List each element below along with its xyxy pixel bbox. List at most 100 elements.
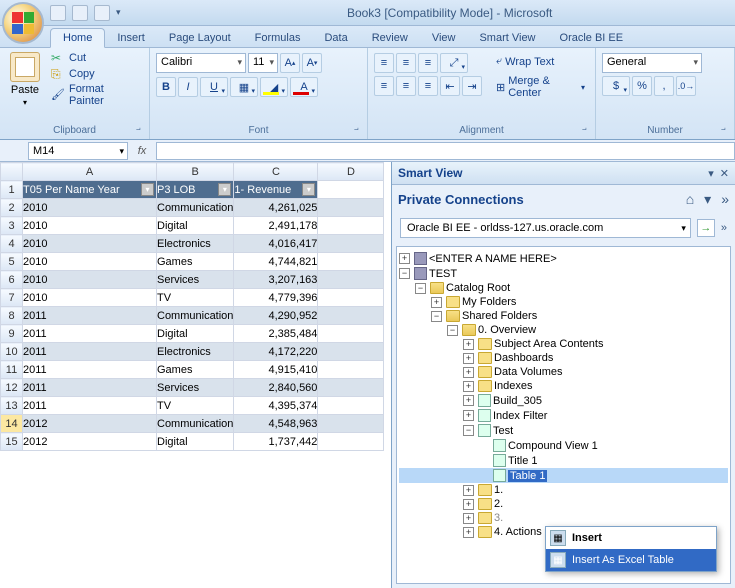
row-header[interactable]: 4 xyxy=(1,235,23,253)
chevron-down-icon[interactable]: ▾ xyxy=(704,191,711,208)
indent-increase-button[interactable]: ⇥ xyxy=(462,76,482,96)
filter-dropdown-icon[interactable]: ▾ xyxy=(141,183,154,196)
cell[interactable]: Communication xyxy=(157,199,234,217)
row-header[interactable]: 3 xyxy=(1,217,23,235)
col-header-c[interactable]: C xyxy=(234,163,318,181)
tab-review[interactable]: Review xyxy=(360,29,420,47)
cell[interactable]: 2012 xyxy=(23,415,157,433)
pane-close-icon[interactable]: ✕ xyxy=(720,167,729,180)
tab-view[interactable]: View xyxy=(420,29,468,47)
cell[interactable] xyxy=(318,307,384,325)
context-menu-insert[interactable]: ▦Insert xyxy=(546,527,716,549)
tree-node-selected[interactable]: Table 1 xyxy=(508,470,547,482)
cell[interactable]: 1,737,442 xyxy=(234,433,318,451)
tree-node[interactable]: Test xyxy=(493,425,513,437)
expand-icon[interactable]: + xyxy=(463,527,474,538)
cell[interactable] xyxy=(318,181,384,199)
grow-font-button[interactable]: A▴ xyxy=(280,53,300,73)
qat-undo-icon[interactable] xyxy=(72,5,88,21)
cell[interactable]: Digital xyxy=(157,433,234,451)
qat-dropdown-icon[interactable]: ▾ xyxy=(116,7,121,18)
col-header-d[interactable]: D xyxy=(318,163,384,181)
cell[interactable]: Communication xyxy=(157,307,234,325)
cell[interactable]: Games xyxy=(157,361,234,379)
tree-node[interactable]: Catalog Root xyxy=(446,282,510,294)
underline-button[interactable]: U xyxy=(200,77,228,97)
home-icon[interactable]: ⌂ xyxy=(686,191,694,208)
go-button[interactable]: → xyxy=(697,219,715,237)
cell[interactable]: 2011 xyxy=(23,397,157,415)
cell[interactable] xyxy=(318,343,384,361)
shrink-font-button[interactable]: A▾ xyxy=(302,53,322,73)
filter-dropdown-icon[interactable]: ▾ xyxy=(218,183,231,196)
align-bottom-button[interactable]: ≡ xyxy=(418,53,438,73)
cell[interactable] xyxy=(318,199,384,217)
tab-insert[interactable]: Insert xyxy=(105,29,157,47)
cell[interactable]: 4,915,410 xyxy=(234,361,318,379)
percent-button[interactable]: % xyxy=(632,76,652,96)
cell[interactable]: 2011 xyxy=(23,343,157,361)
cell[interactable]: 2,840,560 xyxy=(234,379,318,397)
cell[interactable]: Electronics xyxy=(157,235,234,253)
orientation-button[interactable]: ⤢ xyxy=(440,53,468,73)
cell[interactable]: Electronics xyxy=(157,343,234,361)
cell[interactable]: Digital xyxy=(157,325,234,343)
select-all-corner[interactable] xyxy=(1,163,23,181)
italic-button[interactable]: I xyxy=(178,77,198,97)
expand-icon[interactable]: + xyxy=(463,513,474,524)
row-header[interactable]: 6 xyxy=(1,271,23,289)
cell[interactable]: 2010 xyxy=(23,235,157,253)
expand-icon[interactable]: + xyxy=(463,367,474,378)
tree-node[interactable]: Index Filter xyxy=(493,410,547,422)
worksheet[interactable]: A B C D 1 T05 Per Name Year▾ P3 LOB▾ 1- … xyxy=(0,162,391,588)
collapse-icon[interactable]: − xyxy=(415,283,426,294)
align-top-button[interactable]: ≡ xyxy=(374,53,394,73)
increase-decimal-button[interactable]: .0→ xyxy=(676,76,696,96)
table-header-cell[interactable]: 1- Revenue▾ xyxy=(234,181,318,199)
collapse-icon[interactable]: − xyxy=(399,268,410,279)
tab-smart-view[interactable]: Smart View xyxy=(467,29,547,47)
cell[interactable]: 2010 xyxy=(23,289,157,307)
font-color-button[interactable]: A xyxy=(290,77,318,97)
row-header[interactable]: 15 xyxy=(1,433,23,451)
table-header-cell[interactable]: P3 LOB▾ xyxy=(157,181,234,199)
tree-node[interactable]: Shared Folders xyxy=(462,310,537,322)
copy-button[interactable]: Copy xyxy=(48,66,143,82)
cell[interactable] xyxy=(318,379,384,397)
table-header-cell[interactable]: T05 Per Name Year▾ xyxy=(23,181,157,199)
name-box[interactable]: M14 xyxy=(28,142,128,160)
expand-icon[interactable]: + xyxy=(399,253,410,264)
cut-button[interactable]: Cut xyxy=(48,50,143,66)
tab-oracle-bi-ee[interactable]: Oracle BI EE xyxy=(548,29,636,47)
cell[interactable]: 4,290,952 xyxy=(234,307,318,325)
font-name-combo[interactable]: Calibri xyxy=(156,53,246,73)
office-button[interactable] xyxy=(2,2,44,44)
cell[interactable]: 2011 xyxy=(23,361,157,379)
cell[interactable]: 2012 xyxy=(23,433,157,451)
formula-input[interactable] xyxy=(156,142,735,160)
col-header-a[interactable]: A xyxy=(23,163,157,181)
pane-dropdown-icon[interactable]: ▾ xyxy=(708,167,714,180)
font-size-combo[interactable]: 11 xyxy=(248,53,278,73)
fx-button[interactable]: fx xyxy=(128,145,156,157)
cell[interactable]: 4,172,220 xyxy=(234,343,318,361)
align-middle-button[interactable]: ≡ xyxy=(396,53,416,73)
row-header[interactable]: 7 xyxy=(1,289,23,307)
collapse-icon[interactable]: − xyxy=(463,425,474,436)
connection-combo[interactable]: Oracle BI EE - orldss-127.us.oracle.com xyxy=(400,218,691,238)
cell[interactable]: 2,491,178 xyxy=(234,217,318,235)
cell[interactable]: Digital xyxy=(157,217,234,235)
cell[interactable]: 2010 xyxy=(23,217,157,235)
tab-home[interactable]: Home xyxy=(50,28,105,48)
tree-node[interactable]: TEST xyxy=(429,268,457,280)
cell[interactable]: 4,779,396 xyxy=(234,289,318,307)
tab-page-layout[interactable]: Page Layout xyxy=(157,29,243,47)
cell[interactable]: 4,744,821 xyxy=(234,253,318,271)
qat-save-icon[interactable] xyxy=(50,5,66,21)
merge-center-button[interactable]: ⊞Merge & Center▾ xyxy=(492,73,589,101)
tree-node[interactable]: Dashboards xyxy=(494,352,553,364)
cell[interactable] xyxy=(318,415,384,433)
row-header[interactable]: 5 xyxy=(1,253,23,271)
tree-node[interactable]: 0. Overview xyxy=(478,324,536,336)
expand-icon[interactable]: + xyxy=(463,353,474,364)
